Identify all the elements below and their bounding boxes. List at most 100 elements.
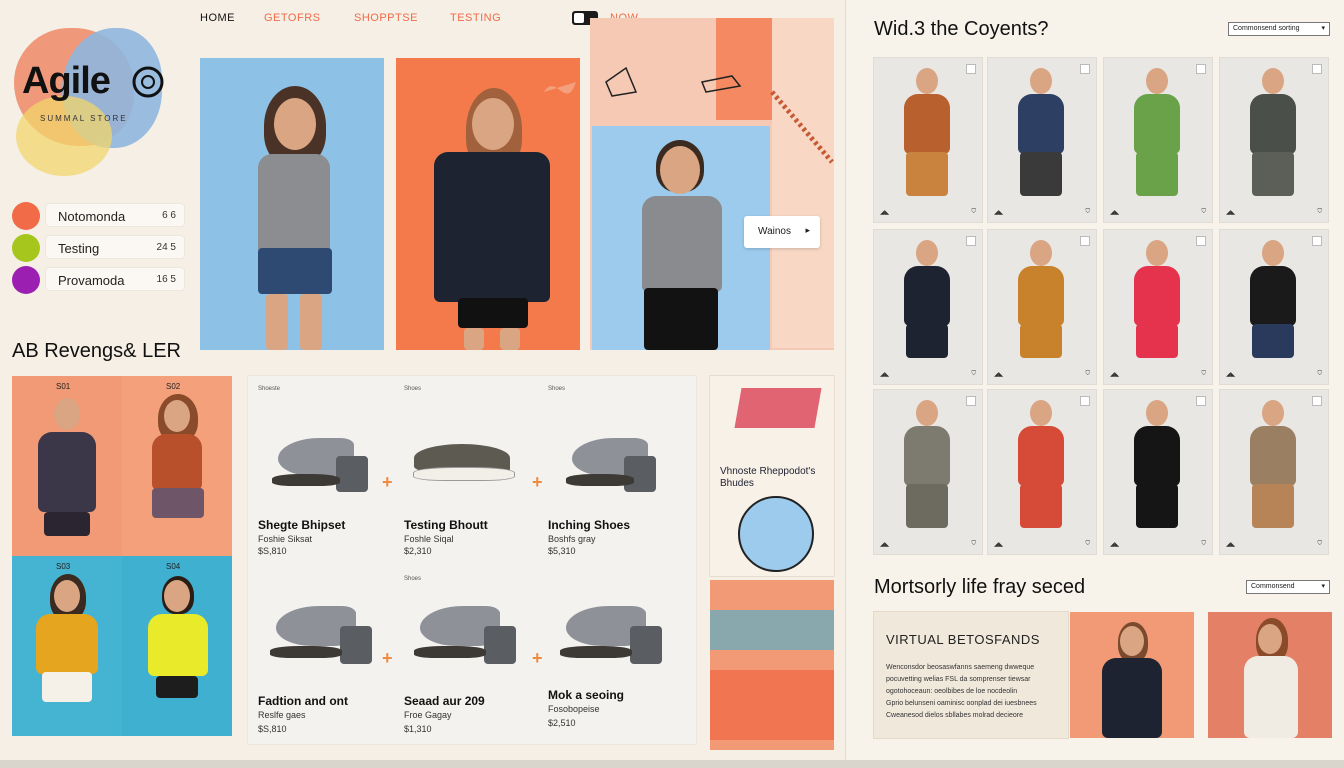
art-stripe [710,670,834,740]
shoe-image[interactable] [414,432,524,492]
product-card[interactable]: ◢◣ ⛉ [874,230,982,384]
shoe-sole [560,646,632,658]
product-card[interactable]: ◢◣ ⛉ [1220,390,1328,554]
warnings-button[interactable]: Wainos ▸ [744,216,820,248]
sort-select[interactable]: Commonsend sorting ▾ [1228,22,1330,36]
feature-line: Gprio belunseni oaminisc oonplad dei iue… [886,700,1037,707]
product-subtitle: Fosobopeise [548,704,600,714]
shoe-image[interactable] [560,584,670,668]
product-title[interactable]: Testing Bhoutt [404,518,488,532]
feature-image[interactable] [1208,612,1332,738]
model-bottom [906,484,948,528]
product-title[interactable]: Fadtion and ont [258,694,348,708]
model-card[interactable]: S04 [122,556,232,736]
bag-icon[interactable]: ⛉ [1201,371,1206,378]
bag-icon[interactable]: ⛉ [1201,209,1206,216]
product-card[interactable]: ◢◣ ⛉ [988,390,1096,554]
bag-icon[interactable]: ⛉ [1317,541,1322,548]
product-card[interactable]: ◢◣ ⛉ [1220,58,1328,222]
legend-pill: Testing 24 5 [46,236,184,258]
shoe-heel [336,456,368,492]
shoe-sole [270,646,342,658]
model-head [1258,624,1282,654]
shoe-image[interactable] [270,584,380,668]
brand-logo[interactable]: Agile SUMMAL STORE [10,22,170,182]
product-subtitle: Foshie Siksat [258,534,313,544]
model-head [1030,400,1052,426]
bag-icon[interactable]: ⛉ [1317,209,1322,216]
model-card[interactable]: S01 [12,376,122,556]
model-top [904,94,950,154]
status-dot-icon [12,234,40,262]
feature-line: pocuvetting welias FSL da somprenser tie… [886,676,1031,683]
bag-icon[interactable]: ⛉ [971,371,976,378]
product-subtitle: Reslfe gaes [258,710,306,720]
bag-icon[interactable]: ⛉ [1201,541,1206,548]
shoe-image[interactable] [564,416,674,496]
wishlist-icon[interactable] [1080,396,1090,406]
product-title[interactable]: Inching Shoes [548,518,630,532]
bag-icon[interactable]: ⛉ [1085,541,1090,548]
product-title[interactable]: Seaad aur 209 [404,694,485,708]
shoe-image[interactable] [414,584,524,668]
model-top [1018,266,1064,326]
product-card[interactable]: ◢◣ ⛉ [874,390,982,554]
model-shorts [42,672,92,702]
feature-card[interactable]: VIRTUAL BETOSFANDS Wenconsdor beosaswfan… [874,612,1068,738]
feature-image[interactable] [1070,612,1194,738]
wishlist-icon[interactable] [1196,236,1206,246]
product-card[interactable]: ◢◣ ⛉ [988,230,1096,384]
product-card[interactable]: ◢◣ ⛉ [1104,58,1212,222]
wishlist-icon[interactable] [1080,236,1090,246]
shoe-heel [484,626,516,664]
brand-mark-icon: ◢◣ [1110,372,1120,378]
nav-item[interactable]: GETOFRS [264,12,320,24]
art-swatch [710,580,834,750]
shoe-image[interactable] [270,416,380,496]
right-section-title: Mortsorly life fray seced [874,576,1086,598]
nav-home[interactable]: HOME [200,12,235,24]
nav-item[interactable]: TESTING [450,12,501,24]
nav-item[interactable]: SHOPPTSE [354,12,418,24]
product-card[interactable]: ◢◣ ⛉ [1104,230,1212,384]
model-card[interactable]: S02 [122,376,232,556]
bag-icon[interactable]: ⛉ [971,541,976,548]
product-title[interactable]: Shegte Bhipset [258,518,345,532]
bag-icon[interactable]: ⛉ [1085,209,1090,216]
model-top [1250,266,1296,326]
shoe-heel [340,626,372,664]
wishlist-icon[interactable] [966,236,976,246]
wishlist-icon[interactable] [1080,64,1090,74]
legend-item[interactable]: Testing 24 5 [12,234,186,262]
wishlist-icon[interactable] [1312,236,1322,246]
feature-body: Wenconsdor beosaswfanns saemeng dwweque … [886,662,1062,722]
shoe-heel [630,626,662,664]
hero-panel-model-1[interactable] [200,58,384,350]
model-top [1018,94,1064,154]
wishlist-icon[interactable] [1196,396,1206,406]
legend-item[interactable]: Provamoda 16 5 [12,266,186,294]
wishlist-icon[interactable] [1312,396,1322,406]
bag-icon[interactable]: ⛉ [971,209,976,216]
filter-select[interactable]: Commonsend ▾ [1246,580,1330,594]
wishlist-icon[interactable] [1312,64,1322,74]
product-card[interactable]: ◢◣ ⛉ [1104,390,1212,554]
wishlist-icon[interactable] [966,64,976,74]
model-head [54,398,80,430]
product-card[interactable]: ◢◣ ⛉ [874,58,982,222]
model-top [38,432,96,512]
product-title[interactable]: Mok a seoing [548,688,624,702]
model-card[interactable]: S03 [12,556,122,736]
product-card[interactable]: ◢◣ ⛉ [988,58,1096,222]
model-bottom [1020,484,1062,528]
legend-item[interactable]: Notomonda 6 6 [12,202,186,230]
product-card[interactable]: ◢◣ ⛉ [1220,230,1328,384]
product-price: $2,510 [548,718,576,728]
bag-icon[interactable]: ⛉ [1317,371,1322,378]
bag-icon[interactable]: ⛉ [1085,371,1090,378]
model-head [1146,240,1168,266]
model-head [916,400,938,426]
wishlist-icon[interactable] [966,396,976,406]
art-card[interactable]: Vhnoste Rheppodot's Bhudes [710,376,834,576]
wishlist-icon[interactable] [1196,64,1206,74]
